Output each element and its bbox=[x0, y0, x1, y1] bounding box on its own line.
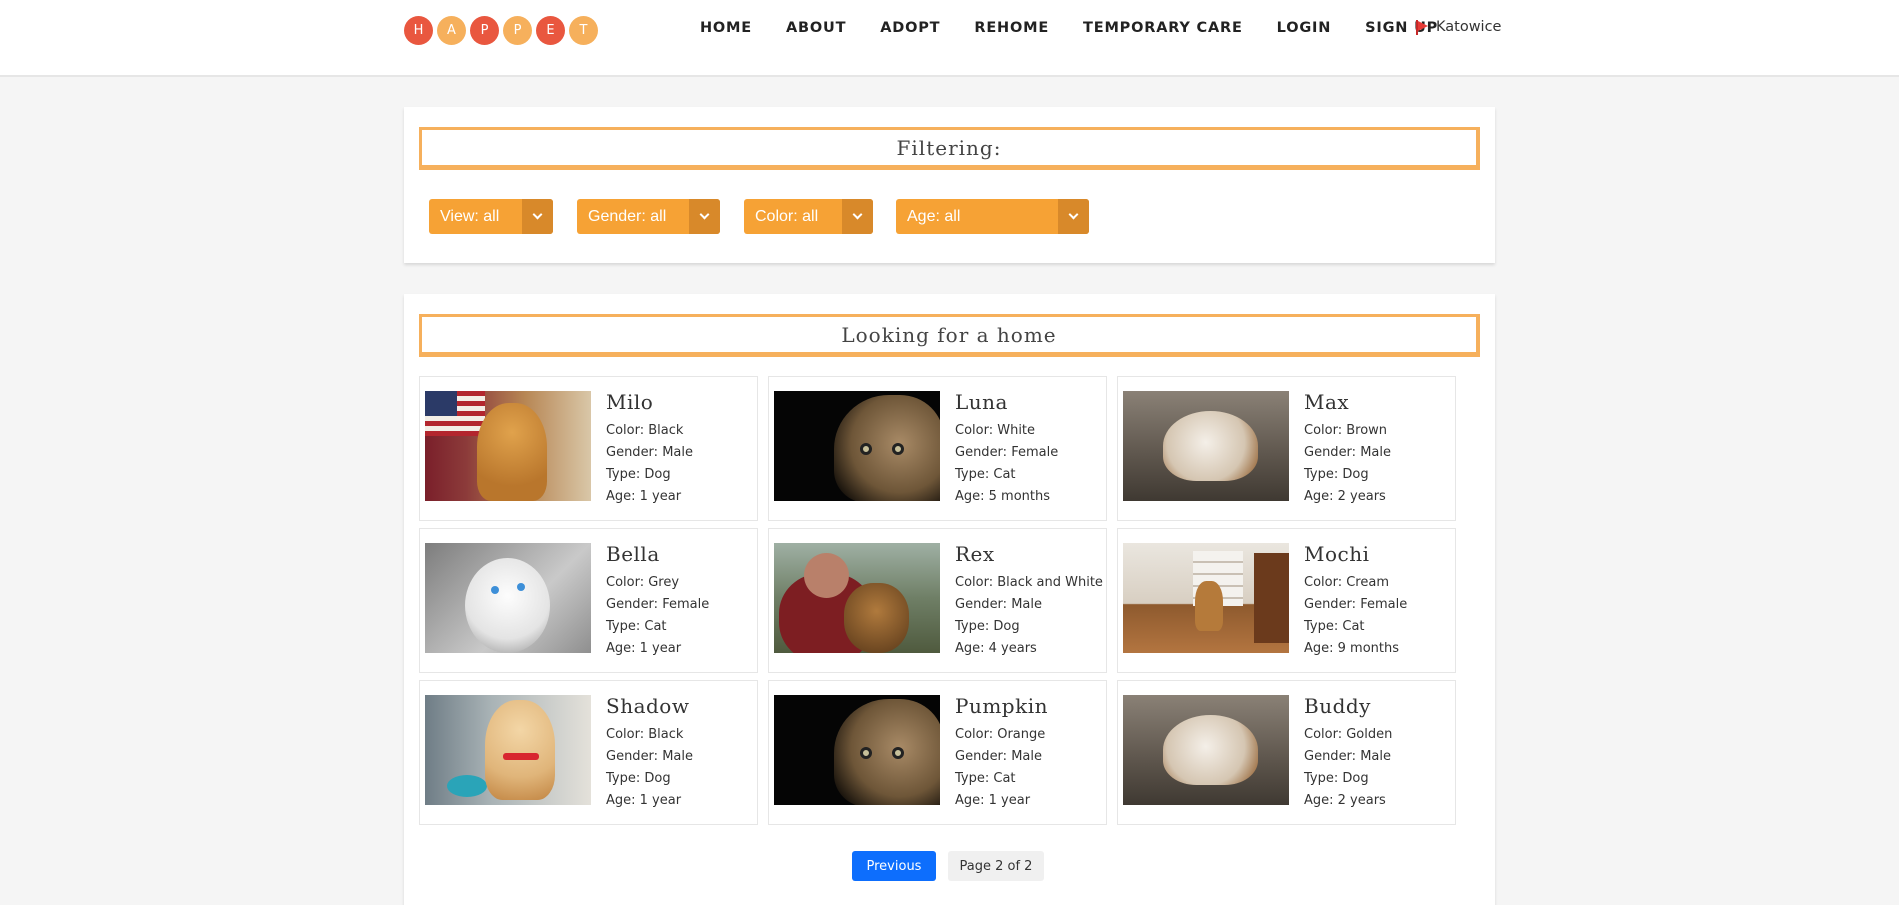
pet-gender: Gender: Male bbox=[955, 597, 1042, 612]
pet-gender: Gender: Female bbox=[1304, 597, 1408, 612]
main-nav: HOME ABOUT ADOPT REHOME TEMPORARY CARE L… bbox=[700, 20, 1472, 36]
chevron-down-icon bbox=[1058, 199, 1089, 234]
pet-gender: Gender: Male bbox=[1304, 445, 1391, 460]
color-select[interactable]: Color: all bbox=[744, 199, 873, 234]
happet-logo[interactable]: H A P P E T bbox=[404, 16, 598, 45]
pet-photo bbox=[1123, 543, 1289, 653]
pet-color: Color: Black bbox=[606, 423, 684, 438]
pet-gender: Gender: Female bbox=[955, 445, 1059, 460]
pet-color: Color: Golden bbox=[1304, 727, 1393, 742]
pet-name: Bella bbox=[606, 542, 660, 566]
nav-rehome[interactable]: REHOME bbox=[974, 20, 1049, 36]
pet-card[interactable]: Bella Color: Grey Gender: Female Type: C… bbox=[419, 528, 758, 673]
pet-name: Rex bbox=[955, 542, 995, 566]
pet-type: Type: Cat bbox=[955, 771, 1016, 786]
pet-color: Color: White bbox=[955, 423, 1036, 438]
pet-photo bbox=[425, 391, 591, 501]
logo-letter: P bbox=[503, 16, 532, 45]
pet-age: Age: 1 year bbox=[606, 489, 682, 504]
color-select-value: Color: all bbox=[755, 207, 819, 225]
age-select[interactable]: Age: all bbox=[896, 199, 1089, 234]
gender-select-value: Gender: all bbox=[588, 207, 667, 225]
nav-adopt[interactable]: ADOPT bbox=[880, 20, 940, 36]
pet-color: Color: Brown bbox=[1304, 423, 1388, 438]
pet-color: Color: Black bbox=[606, 727, 684, 742]
logo-letter: H bbox=[404, 16, 433, 45]
pet-type: Type: Dog bbox=[1304, 467, 1369, 482]
nav-temporary-care[interactable]: TEMPORARY CARE bbox=[1083, 20, 1243, 36]
pet-age: Age: 2 years bbox=[1304, 793, 1386, 808]
pet-type: Type: Dog bbox=[955, 619, 1020, 634]
pet-gender: Gender: Male bbox=[955, 749, 1042, 764]
nav-about[interactable]: ABOUT bbox=[786, 20, 846, 36]
gender-select[interactable]: Gender: all bbox=[577, 199, 720, 234]
pet-card[interactable]: Buddy Color: Golden Gender: Male Type: D… bbox=[1117, 680, 1456, 825]
page-indicator: Page 2 of 2 bbox=[948, 851, 1044, 881]
pet-type: Type: Cat bbox=[1304, 619, 1365, 634]
pet-photo bbox=[774, 543, 940, 653]
pet-name: Max bbox=[1304, 390, 1350, 414]
pet-photo bbox=[425, 695, 591, 805]
pet-card[interactable]: Rex Color: Black and White Gender: Male … bbox=[768, 528, 1107, 673]
location-selector[interactable]: Katowice bbox=[1415, 19, 1501, 35]
pet-name: Mochi bbox=[1304, 542, 1370, 566]
pet-type: Type: Cat bbox=[955, 467, 1016, 482]
listing-title: Looking for a home bbox=[419, 314, 1480, 357]
site-header: H A P P E T HOME ABOUT ADOPT REHOME TEMP… bbox=[0, 0, 1899, 77]
pet-color: Color: Orange bbox=[955, 727, 1046, 742]
pet-age: Age: 4 years bbox=[955, 641, 1037, 656]
pet-photo bbox=[1123, 695, 1289, 805]
view-select-value: View: all bbox=[440, 207, 500, 225]
pet-type: Type: Cat bbox=[606, 619, 667, 634]
pet-age: Age: 9 months bbox=[1304, 641, 1400, 656]
pet-type: Type: Dog bbox=[1304, 771, 1369, 786]
pet-photo bbox=[1123, 391, 1289, 501]
logo-letter: E bbox=[536, 16, 565, 45]
logo-letter: P bbox=[470, 16, 499, 45]
filter-title: Filtering: bbox=[419, 127, 1480, 170]
pet-gender: Gender: Male bbox=[1304, 749, 1391, 764]
chevron-down-icon bbox=[689, 199, 720, 234]
pet-type: Type: Dog bbox=[606, 467, 671, 482]
pet-name: Pumpkin bbox=[955, 694, 1049, 718]
view-select[interactable]: View: all bbox=[429, 199, 553, 234]
pet-name: Luna bbox=[955, 390, 1008, 414]
pet-name: Milo bbox=[606, 390, 654, 414]
pet-age: Age: 1 year bbox=[955, 793, 1031, 808]
pet-name: Shadow bbox=[606, 694, 690, 718]
pet-card[interactable]: Pumpkin Color: Orange Gender: Male Type:… bbox=[768, 680, 1107, 825]
pet-card[interactable]: Max Color: Brown Gender: Male Type: Dog … bbox=[1117, 376, 1456, 521]
age-select-value: Age: all bbox=[907, 207, 961, 225]
nav-home[interactable]: HOME bbox=[700, 20, 752, 36]
pet-age: Age: 5 months bbox=[955, 489, 1051, 504]
pet-photo bbox=[425, 543, 591, 653]
pet-age: Age: 2 years bbox=[1304, 489, 1386, 504]
pet-type: Type: Dog bbox=[606, 771, 671, 786]
chevron-down-icon bbox=[522, 199, 553, 234]
location-label: Katowice bbox=[1436, 19, 1502, 35]
logo-letter: A bbox=[437, 16, 466, 45]
flag-icon bbox=[1415, 19, 1428, 35]
pet-color: Color: Black and White bbox=[955, 575, 1103, 590]
pet-photo bbox=[774, 695, 940, 805]
pet-age: Age: 1 year bbox=[606, 793, 682, 808]
pet-gender: Gender: Male bbox=[606, 749, 693, 764]
pet-photo bbox=[774, 391, 940, 501]
chevron-down-icon bbox=[842, 199, 873, 234]
pet-card[interactable]: Shadow Color: Black Gender: Male Type: D… bbox=[419, 680, 758, 825]
pet-name: Buddy bbox=[1304, 694, 1371, 718]
pet-card[interactable]: Milo Color: Black Gender: Male Type: Dog… bbox=[419, 376, 758, 521]
nav-login[interactable]: LOGIN bbox=[1277, 20, 1331, 36]
pet-color: Color: Cream bbox=[1304, 575, 1389, 590]
pet-age: Age: 1 year bbox=[606, 641, 682, 656]
pet-gender: Gender: Male bbox=[606, 445, 693, 460]
pet-color: Color: Grey bbox=[606, 575, 680, 590]
pet-card[interactable]: Mochi Color: Cream Gender: Female Type: … bbox=[1117, 528, 1456, 673]
filter-panel: Filtering: View: all Gender: all Color: … bbox=[404, 107, 1495, 263]
pet-gender: Gender: Female bbox=[606, 597, 710, 612]
pet-card[interactable]: Luna Color: White Gender: Female Type: C… bbox=[768, 376, 1107, 521]
previous-button[interactable]: Previous bbox=[852, 851, 936, 881]
logo-letter: T bbox=[569, 16, 598, 45]
